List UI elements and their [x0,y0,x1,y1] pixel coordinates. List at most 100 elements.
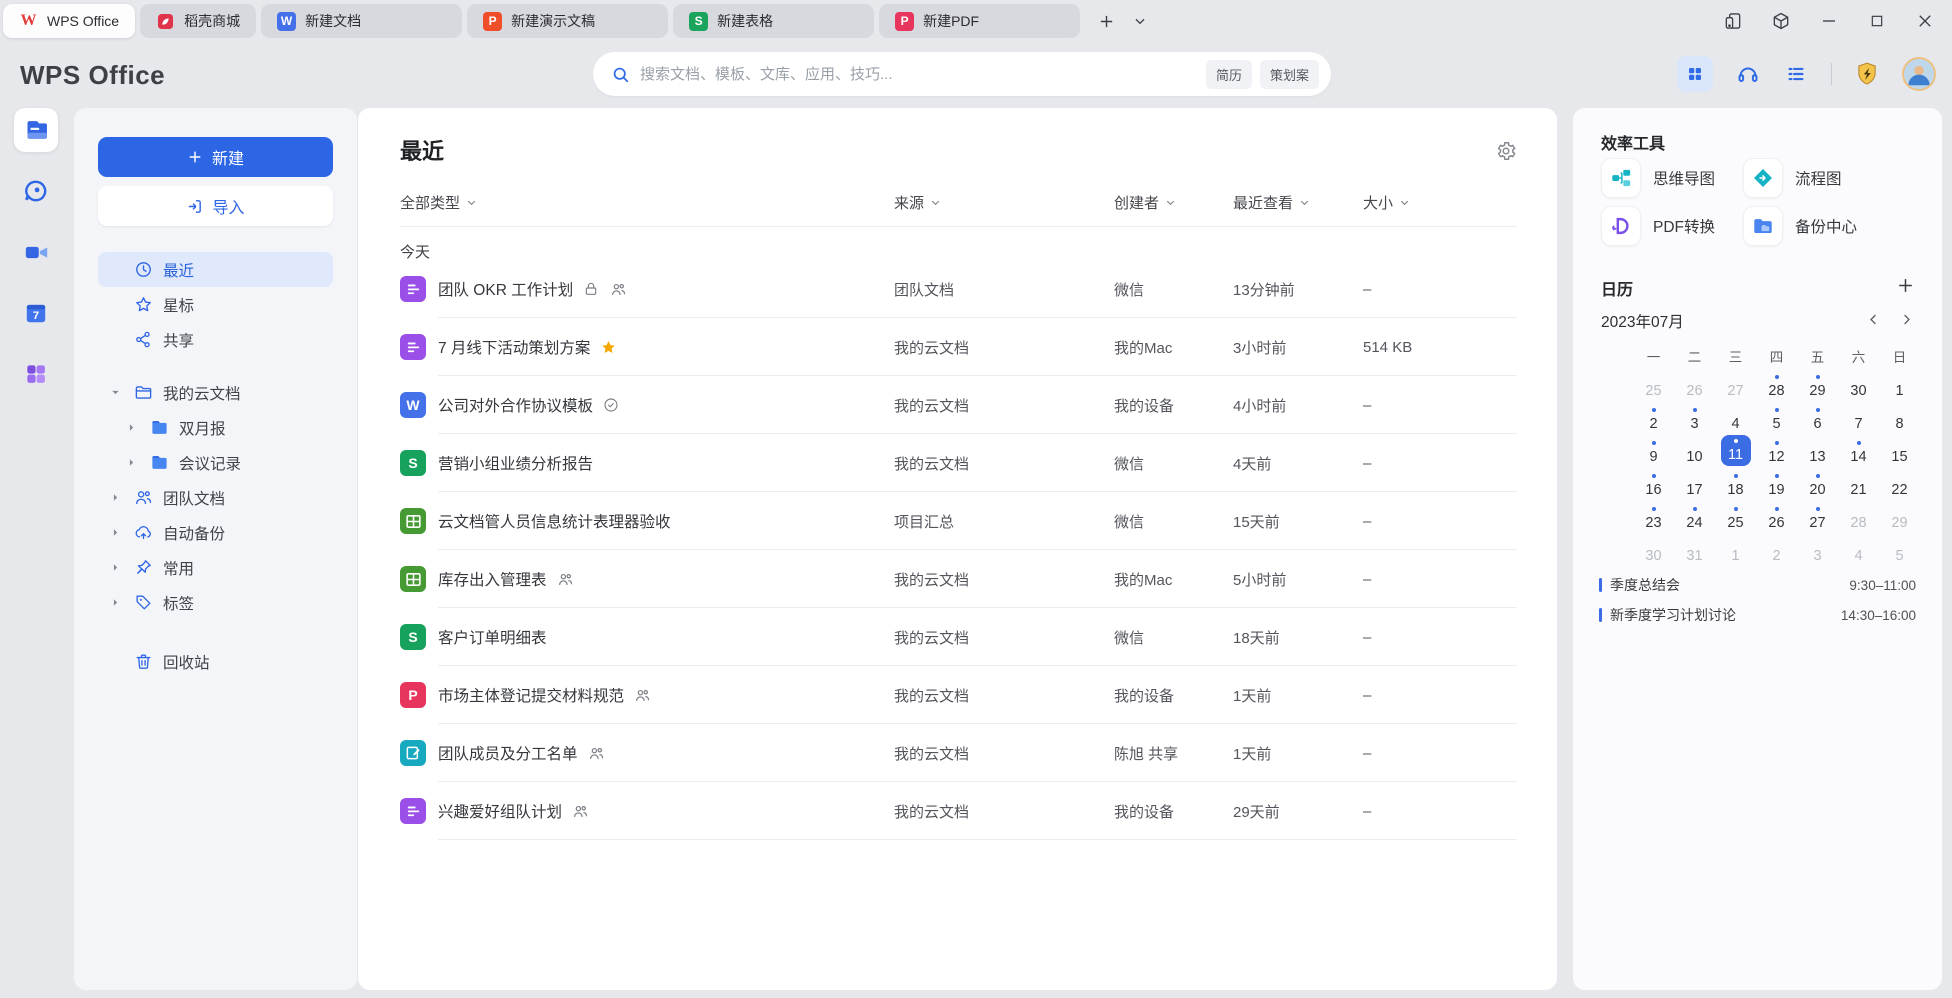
filter-4[interactable]: 大小 [1363,192,1410,213]
calendar-day[interactable]: 27 [1797,499,1838,532]
calendar-day[interactable]: 5 [1756,400,1797,433]
rail-apps-icon[interactable] [14,352,58,396]
new-document-button[interactable]: 新建 [98,137,333,177]
calendar-day[interactable]: 25 [1633,367,1674,400]
calendar-day[interactable]: 8 [1879,400,1920,433]
sidebar-item-share[interactable]: 共享 [98,322,333,357]
calendar-event[interactable]: 新季度学习计划讨论14:30–16:00 [1599,600,1916,630]
calendar-day[interactable]: 20 [1797,466,1838,499]
support-headset-icon[interactable] [1735,61,1761,87]
calendar-day[interactable]: 16 [1633,466,1674,499]
sidebar-item-folder[interactable]: 会议记录 [98,445,333,480]
sidebar-item-pin[interactable]: 常用 [98,550,333,585]
tab-wps[interactable]: WWPS Office [3,4,135,38]
rail-calendar-icon[interactable]: 7 [14,291,58,335]
calendar-day[interactable]: 26 [1674,367,1715,400]
calendar-day[interactable]: 3 [1674,400,1715,433]
table-row[interactable]: 兴趣爱好组队计划我的云文档我的设备29天前– [358,782,1557,840]
calendar-day[interactable]: 28 [1838,499,1879,532]
calendar-day[interactable]: 14 [1838,433,1879,466]
global-menu-icon[interactable] [1783,61,1809,87]
tab-list-chevron-down-icon[interactable] [1127,8,1153,34]
table-row[interactable]: 团队成员及分工名单我的云文档陈旭 共享1天前– [358,724,1557,782]
caret-right-icon[interactable] [126,422,138,434]
calendar-day[interactable]: 25 [1715,499,1756,532]
sidebar-item-tag[interactable]: 标签 [98,585,333,620]
maximize-button[interactable] [1864,8,1890,34]
calendar-event[interactable]: 季度总结会9:30–11:00 [1599,570,1916,600]
caret-down-icon[interactable] [110,387,122,399]
calendar-day[interactable]: 3 [1797,532,1838,565]
tool-mindmap[interactable]: 思维导图 [1601,158,1715,198]
settings-gear-icon[interactable] [1495,140,1517,162]
filter-1[interactable]: 来源 [894,192,941,213]
search-tag-plan[interactable]: 策划案 [1260,60,1319,89]
table-row[interactable]: W公司对外合作协议模板我的云文档我的设备4小时前– [358,376,1557,434]
calendar-day[interactable]: 26 [1756,499,1797,532]
sidebar-item-cloudfolder[interactable]: 我的云文档 [98,375,333,410]
filter-0[interactable]: 全部类型 [400,192,477,213]
tool-flowchart[interactable]: 流程图 [1743,158,1842,198]
sidebar-item-trash[interactable]: 回收站 [98,644,333,679]
tab-ppt[interactable]: P新建演示文稿 [467,4,668,38]
calendar-day[interactable]: 30 [1633,532,1674,565]
caret-right-icon[interactable] [126,457,138,469]
caret-right-icon[interactable] [110,597,122,609]
search-input[interactable] [640,66,1198,83]
caret-right-icon[interactable] [110,562,122,574]
tab-pdf[interactable]: P新建PDF [879,4,1080,38]
table-row[interactable]: 云文档管人员信息统计表理器验收项目汇总微信15天前– [358,492,1557,550]
calendar-day[interactable]: 28 [1756,367,1797,400]
calendar-day[interactable]: 12 [1756,433,1797,466]
calendar-next-icon[interactable] [1899,312,1915,328]
calendar-day[interactable]: 15 [1879,433,1920,466]
calendar-day[interactable]: 9 [1633,433,1674,466]
calendar-day[interactable]: 24 [1674,499,1715,532]
table-row[interactable]: S营销小组业绩分析报告我的云文档微信4天前– [358,434,1557,492]
calendar-prev-icon[interactable] [1866,312,1882,328]
calendar-day[interactable]: 27 [1715,367,1756,400]
minimize-button[interactable] [1816,8,1842,34]
filter-2[interactable]: 创建者 [1114,192,1176,213]
calendar-day[interactable]: 23 [1633,499,1674,532]
sidebar-item-backup[interactable]: 自动备份 [98,515,333,550]
calendar-day-selected[interactable]: 11 [1715,433,1756,466]
close-button[interactable] [1912,8,1938,34]
tab-word[interactable]: W新建文档 [261,4,462,38]
tool-pdfconvert[interactable]: PDF转换 [1601,206,1715,246]
calendar-day[interactable]: 29 [1797,367,1838,400]
calendar-day[interactable]: 13 [1797,433,1838,466]
calendar-day[interactable]: 2 [1633,400,1674,433]
calendar-day[interactable]: 7 [1838,400,1879,433]
sidebar-item-team[interactable]: 团队文档 [98,480,333,515]
caret-right-icon[interactable] [110,527,122,539]
calendar-day[interactable]: 10 [1674,433,1715,466]
calendar-add-icon[interactable] [1896,276,1916,296]
import-button[interactable]: 导入 [98,186,333,226]
mobile-device-icon[interactable] [1720,8,1746,34]
table-row[interactable]: 团队 OKR 工作计划团队文档微信13分钟前– [358,260,1557,318]
tab-sheet[interactable]: S新建表格 [673,4,874,38]
calendar-day[interactable]: 6 [1797,400,1838,433]
user-avatar[interactable] [1902,57,1936,91]
rail-meeting-icon[interactable] [14,230,58,274]
calendar-day[interactable]: 22 [1879,466,1920,499]
calendar-day[interactable]: 19 [1756,466,1797,499]
table-row[interactable]: P市场主体登记提交材料规范我的云文档我的设备1天前– [358,666,1557,724]
calendar-day[interactable]: 1 [1715,532,1756,565]
calendar-day[interactable]: 18 [1715,466,1756,499]
table-row[interactable]: 7 月线下活动策划方案我的云文档我的Mac3小时前514 KB [358,318,1557,376]
calendar-day[interactable]: 31 [1674,532,1715,565]
calendar-day[interactable]: 1 [1879,367,1920,400]
member-badge-icon[interactable] [1854,61,1880,87]
rail-chat-icon[interactable] [14,169,58,213]
calendar-day[interactable]: 5 [1879,532,1920,565]
table-row[interactable]: 库存出入管理表我的云文档我的Mac5小时前– [358,550,1557,608]
sidebar-item-star[interactable]: 星标 [98,287,333,322]
search-bar[interactable]: 简历 策划案 [593,52,1331,96]
tool-backupcenter[interactable]: 备份中心 [1743,206,1857,246]
rail-documents-icon[interactable] [14,108,58,152]
sidebar-item-folder[interactable]: 双月报 [98,410,333,445]
calendar-day[interactable]: 30 [1838,367,1879,400]
new-tab-button[interactable] [1093,8,1119,34]
